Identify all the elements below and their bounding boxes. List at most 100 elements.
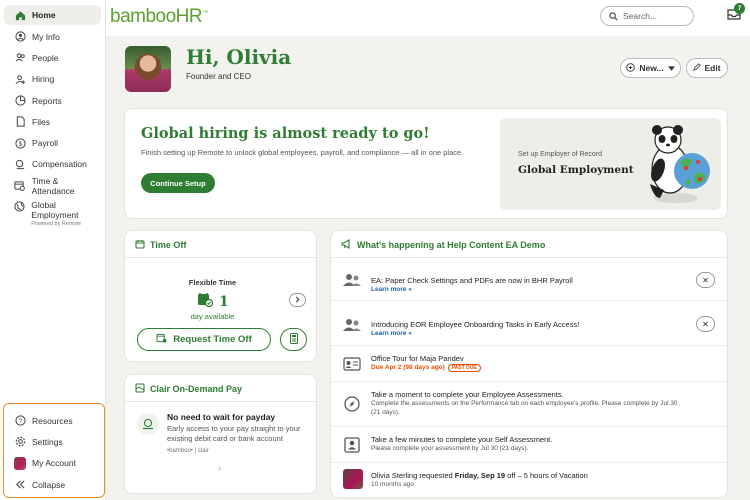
sidebar-item-label: Hiring — [32, 74, 55, 85]
new-button-label: New... — [639, 63, 664, 73]
divider — [125, 257, 316, 258]
news-item-text: Take a few minutes to complete your Self… — [371, 435, 687, 454]
id-card-icon — [342, 354, 362, 374]
sidebar-item-my-account[interactable]: My Account — [4, 453, 104, 474]
sidebar-item-compensation[interactable]: Compensation — [4, 154, 101, 175]
close-icon: ✕ — [702, 275, 709, 285]
news-item[interactable]: Olivia Sterling requested Friday, Sep 19… — [331, 463, 727, 497]
file-icon — [14, 116, 26, 128]
due-date: Due Apr 2 (98 days ago) PAST DUE — [371, 363, 687, 372]
sidebar-item-reports[interactable]: Reports — [4, 90, 101, 111]
continue-setup-button[interactable]: Continue Setup — [141, 173, 215, 193]
sidebar-item-collapse[interactable]: Collapse — [4, 474, 104, 495]
whats-happening-title: What's happening at Help Content EA Demo — [357, 240, 546, 250]
learn-more-link[interactable]: Learn more » — [371, 286, 687, 293]
self-assessment-icon — [342, 435, 362, 455]
calendar-check-icon — [197, 292, 214, 311]
sidebar-item-people[interactable]: People — [4, 47, 101, 68]
sidebar-item-my-info[interactable]: My Info — [4, 26, 101, 47]
sidebar-item-settings[interactable]: Settings — [4, 431, 104, 452]
sidebar-item-label: Files — [32, 116, 50, 127]
balance-number: 1 — [219, 293, 229, 310]
balance-unit: day available — [190, 312, 235, 321]
plus-circle-icon — [626, 62, 636, 74]
job-title: Founder and CEO — [186, 72, 251, 81]
sidebar-item-resources[interactable]: ? Resources — [4, 410, 104, 431]
clair-card-icon — [135, 383, 145, 395]
news-item[interactable]: Office Tour for Maja Pandev Due Apr 2 (9… — [331, 346, 727, 382]
sidebar-item-files[interactable]: Files — [4, 111, 101, 132]
inbox-count-badge: 7 — [734, 3, 745, 14]
sidebar-item-payroll[interactable]: $ Payroll — [4, 132, 101, 153]
news-item-text: Take a moment to complete your Employee … — [371, 390, 687, 417]
svg-text:?: ? — [18, 418, 22, 425]
dismiss-button[interactable]: ✕ — [696, 316, 715, 332]
sidebar-item-hiring[interactable]: Hiring — [4, 69, 101, 90]
clair-description: Early access to your pay straight to you… — [167, 424, 301, 444]
sidebar-item-label: Payroll — [32, 138, 58, 149]
time-off-card: Time Off Flexible Time 1 day available R… — [124, 230, 317, 362]
edit-button[interactable]: Edit — [686, 58, 728, 78]
gear-icon — [14, 436, 26, 448]
search-input[interactable]: Search... — [600, 6, 694, 26]
chevron-right-icon[interactable]: › — [218, 463, 221, 474]
dollar-icon: $ — [14, 137, 26, 149]
sidebar-item-label: Time & Attendance — [31, 175, 75, 196]
news-item-subtitle: Please complete your assessment by Jul 3… — [371, 444, 529, 452]
sidebar-item-label: People — [32, 52, 59, 63]
global-hiring-description: Finish setting up Remote to unlock globa… — [141, 148, 464, 157]
people-icon — [14, 52, 26, 64]
news-item-timestamp: 10 months ago — [371, 480, 415, 488]
news-item-subtitle: Complete the assessments on the Performa… — [371, 399, 678, 416]
pie-chart-icon — [14, 95, 26, 107]
balance-value: 1 — [197, 292, 229, 311]
compass-icon — [342, 394, 362, 414]
calendar-icon — [135, 239, 145, 251]
chevron-right-icon — [295, 295, 300, 305]
edit-button-label: Edit — [704, 63, 721, 73]
powered-by-label: Powered by Remote — [31, 221, 82, 228]
sidebar-bottom-group: ? Resources Settings My Account Collapse — [3, 403, 105, 498]
hiring-icon — [14, 73, 26, 85]
new-button[interactable]: New... — [620, 58, 681, 78]
greeting-title: Hi, Olivia — [186, 45, 292, 69]
news-item[interactable]: Take a moment to complete your Employee … — [331, 382, 727, 427]
next-policy-button[interactable] — [289, 293, 306, 307]
news-item-text: Olivia Sterling requested Friday, Sep 19… — [371, 471, 687, 490]
news-item-text: Introducing EOR Employee Onboarding Task… — [371, 320, 687, 337]
sidebar-item-label: Resources — [32, 415, 73, 426]
bamboo-clair-logos: •bamboo• | clair — [167, 448, 209, 454]
time-off-title: Time Off — [150, 240, 187, 250]
bamboohr-logo[interactable]: bambooHR™ — [110, 6, 208, 28]
clair-title: Clair On-Demand Pay — [150, 384, 243, 394]
calculator-button[interactable] — [280, 328, 307, 351]
employer-of-record-promo[interactable]: Set up Employer of Record Global Employm… — [500, 118, 721, 210]
news-item[interactable]: Take a few minutes to complete your Self… — [331, 427, 727, 463]
news-item[interactable]: Introducing EOR Employee Onboarding Task… — [331, 301, 727, 346]
sidebar-item-label: Reports — [32, 95, 62, 106]
search-icon — [609, 11, 618, 21]
global-hiring-card: Global hiring is almost ready to go! Fin… — [124, 108, 728, 219]
sidebar-item-home[interactable]: Home — [4, 5, 101, 25]
clair-heading: No need to wait for payday — [167, 412, 276, 422]
news-item[interactable]: EA: Paper Check Settings and PDFs are no… — [331, 258, 727, 301]
divider — [125, 401, 316, 402]
sidebar-item-label: Settings — [32, 436, 63, 447]
profile-photo[interactable] — [125, 46, 171, 92]
sidebar-item-time-attendance[interactable]: Time & Attendance — [4, 175, 101, 196]
learn-more-link[interactable]: Learn more » — [371, 330, 687, 337]
whats-happening-header: What's happening at Help Content EA Demo — [341, 239, 545, 251]
sidebar-item-label: My Account — [32, 458, 76, 469]
help-icon: ? — [14, 415, 26, 427]
request-time-off-button[interactable]: Request Time Off — [137, 328, 271, 351]
pencil-icon — [693, 63, 702, 73]
news-item-text: Office Tour for Maja Pandev Due Apr 2 (9… — [371, 354, 687, 372]
home-icon — [14, 9, 26, 21]
compensation-icon — [14, 158, 26, 170]
sidebar-item-label: Global Employment — [31, 200, 79, 221]
sidebar-item-global-employment[interactable]: Global Employment Powered by Remote — [4, 196, 101, 228]
money-icon — [137, 413, 159, 435]
chevron-down-icon — [667, 63, 675, 73]
dismiss-button[interactable]: ✕ — [696, 272, 715, 288]
news-item-title: Introducing EOR Employee Onboarding Task… — [371, 320, 580, 329]
